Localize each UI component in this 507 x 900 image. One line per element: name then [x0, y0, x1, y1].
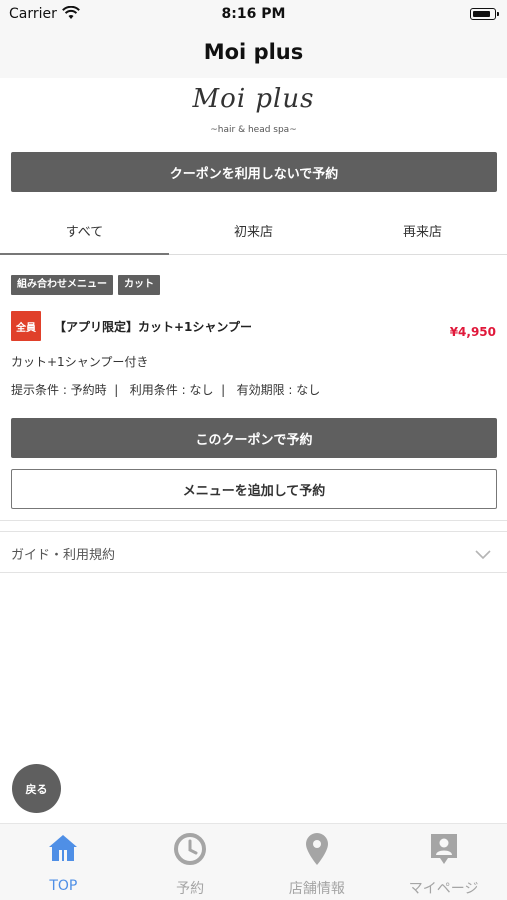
tab-all[interactable]: すべて [0, 207, 169, 255]
tabbar-item-reservation[interactable]: 予約 [127, 824, 254, 900]
back-button[interactable]: 戻る [12, 764, 61, 813]
coupon-conditions: 提示条件 : 予約時 | 利用条件 : なし | 有効期限 : なし [11, 383, 321, 397]
person-badge-icon [429, 832, 459, 870]
logo-wordmark: Moi plus [192, 84, 315, 114]
tabbar-label: マイページ [408, 881, 479, 897]
book-with-coupon-button[interactable]: このクーポンで予約 [11, 418, 497, 458]
coupon-title: 【アプリ限定】カット+1シャンプー [54, 320, 253, 334]
chevron-down-icon [475, 545, 491, 564]
tabbar-label: TOP [49, 878, 78, 894]
clock-time: 8:16 PM [221, 6, 286, 22]
shop-logo: Moi plus ~hair & head spa~ [0, 80, 507, 142]
add-menu-and-book-button[interactable]: メニューを追加して予約 [11, 469, 497, 509]
status-bar: Carrier 8:16 PM [0, 0, 507, 28]
guide-terms-row[interactable]: ガイド・利用規約 [0, 531, 507, 573]
tabbar-label: 予約 [176, 881, 205, 897]
clock-icon [173, 832, 207, 870]
book-without-coupon-button[interactable]: クーポンを利用しないで予約 [11, 152, 497, 192]
guide-terms-label: ガイド・利用規約 [11, 548, 116, 563]
bottom-tab-bar: TOP 予約 店舗情報 マイページ [0, 823, 507, 900]
map-pin-icon [304, 832, 330, 870]
tag-combo-menu: 組み合わせメニュー [11, 275, 113, 295]
battery-icon [470, 8, 499, 20]
tabbar-item-top[interactable]: TOP [0, 824, 127, 900]
coupon-description: カット+1シャンプー付き [11, 355, 149, 369]
coupon-price: ¥4,950 [449, 325, 496, 339]
home-icon [47, 832, 79, 868]
tabbar-item-store-info[interactable]: 店舗情報 [254, 824, 381, 900]
tab-first-visit[interactable]: 初来店 [169, 207, 338, 254]
tab-return-visit[interactable]: 再来店 [338, 207, 507, 254]
page-title: Moi plus [203, 40, 304, 64]
coupon-filter-tabs: すべて 初来店 再来店 [0, 207, 507, 255]
tabbar-item-my-page[interactable]: マイページ [380, 824, 507, 900]
coupon-tags: 組み合わせメニュー カット [11, 275, 160, 295]
target-badge: 全員 [11, 311, 41, 341]
logo-tagline: ~hair & head spa~ [210, 125, 297, 135]
section-divider [0, 520, 507, 521]
tag-cut: カット [118, 275, 160, 295]
nav-bar: Moi plus [0, 28, 507, 78]
tabbar-label: 店舗情報 [288, 881, 345, 897]
